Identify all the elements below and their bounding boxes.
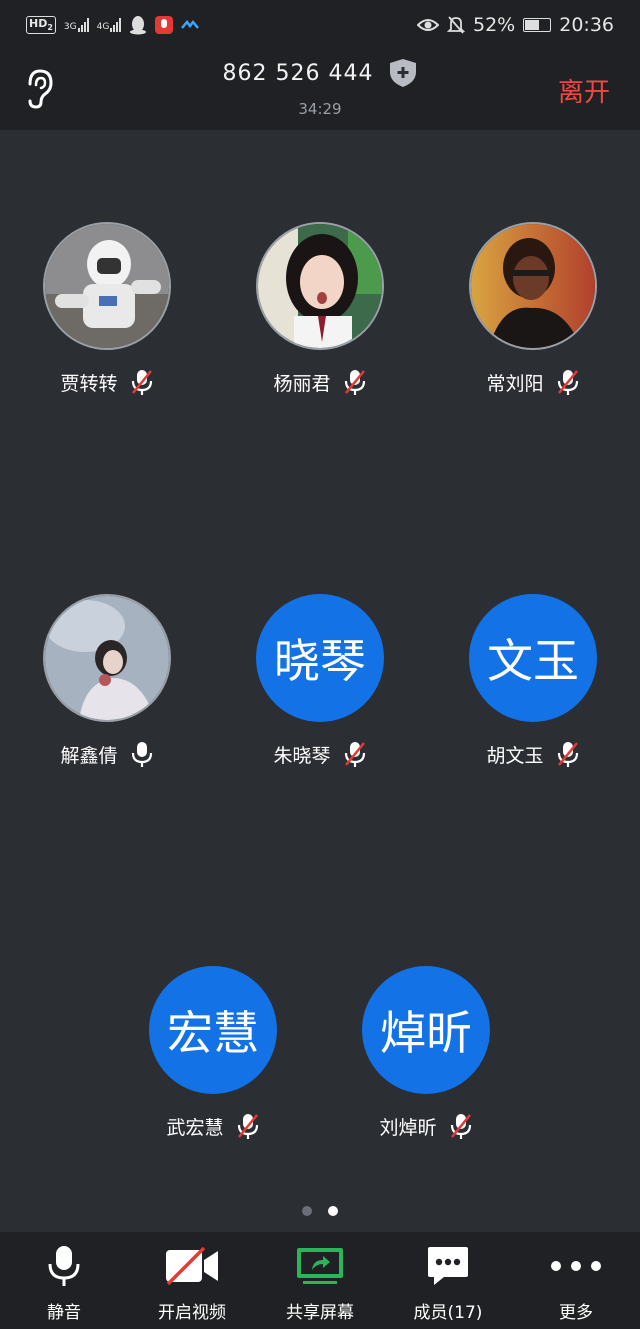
chat-bubble-icon — [428, 1247, 468, 1285]
avatar-text: 文玉 — [469, 594, 597, 722]
leave-button[interactable]: 离开 — [558, 72, 610, 109]
shield-icon[interactable] — [389, 58, 417, 88]
participant-tile[interactable]: 贾转转 — [37, 222, 177, 396]
video-label: 开启视频 — [158, 1303, 226, 1323]
bottom-toolbar: 静音 开启视频 共享屏幕 成员(17) 更多 — [0, 1232, 640, 1329]
qq-icon — [130, 16, 147, 35]
battery-icon — [523, 18, 552, 32]
app-bird-icon — [181, 19, 200, 29]
recording-mic-icon — [155, 16, 174, 34]
meeting-header: 862 526 444 34:29 离开 — [0, 50, 640, 130]
share-screen-button[interactable]: 共享屏幕 — [256, 1232, 384, 1329]
meeting-timer: 34:29 — [298, 100, 342, 118]
mute-label: 静音 — [47, 1303, 81, 1323]
participant-tile[interactable]: 常刘阳 — [463, 222, 603, 396]
participant-name: 贾转转 — [60, 372, 118, 395]
avatar-text: 宏慧 — [149, 966, 277, 1094]
participant-name: 武宏慧 — [166, 1116, 224, 1139]
participant-name: 杨丽君 — [273, 372, 331, 395]
meeting-id[interactable]: 862 526 444 — [223, 61, 374, 86]
mic-muted-icon — [344, 742, 365, 767]
video-off-icon — [166, 1246, 218, 1286]
participant-tile[interactable]: 晓琴 朱晓琴 — [250, 594, 390, 768]
page-dot-1[interactable] — [302, 1206, 312, 1216]
mic-muted-icon — [131, 370, 152, 395]
avatar-girl — [256, 222, 384, 350]
start-video-button[interactable]: 开启视频 — [128, 1232, 256, 1329]
page-dot-2[interactable] — [328, 1206, 338, 1216]
participant-name: 常刘阳 — [486, 372, 544, 395]
bell-off-icon — [447, 16, 465, 34]
mic-on-icon — [131, 742, 152, 767]
participant-tile[interactable]: 文玉 胡文玉 — [463, 594, 603, 768]
participant-name: 朱晓琴 — [273, 744, 331, 767]
share-screen-icon — [297, 1248, 343, 1284]
mic-muted-icon — [237, 1114, 258, 1139]
status-bar: HD2 3G 4G 52% 20:36 — [0, 0, 640, 50]
signal-4g-icon: 4G — [97, 18, 122, 32]
avatar-woman — [43, 594, 171, 722]
more-button[interactable]: 更多 — [512, 1232, 640, 1329]
mic-muted-icon — [557, 370, 578, 395]
mic-muted-icon — [344, 370, 365, 395]
mute-button[interactable]: 静音 — [0, 1232, 128, 1329]
page-indicator[interactable] — [0, 1206, 640, 1216]
signal-3g-icon: 3G — [64, 18, 89, 32]
participant-tile[interactable]: 杨丽君 — [250, 222, 390, 396]
avatar-text: 焯昕 — [362, 966, 490, 1094]
battery-percent: 52% — [473, 14, 516, 36]
participant-tile[interactable]: 焯昕 刘焯昕 — [356, 966, 496, 1140]
share-label: 共享屏幕 — [286, 1303, 354, 1323]
members-label: 成员(17) — [413, 1303, 483, 1323]
avatar-astronaut — [43, 222, 171, 350]
hd-voice-icon: HD2 — [26, 16, 56, 34]
microphone-icon — [48, 1246, 80, 1286]
avatar-man — [469, 222, 597, 350]
mic-muted-icon — [450, 1114, 471, 1139]
participant-name: 解鑫倩 — [60, 744, 118, 767]
participant-tile[interactable]: 解鑫倩 — [37, 594, 177, 768]
participant-name: 胡文玉 — [486, 744, 544, 767]
more-dots-icon — [551, 1261, 601, 1271]
participant-tile[interactable]: 宏慧 武宏慧 — [143, 966, 283, 1140]
members-button[interactable]: 成员(17) — [384, 1232, 512, 1329]
participant-name: 刘焯昕 — [379, 1116, 437, 1139]
clock: 20:36 — [559, 14, 614, 36]
more-label: 更多 — [559, 1303, 593, 1323]
avatar-text: 晓琴 — [256, 594, 384, 722]
mic-muted-icon — [557, 742, 578, 767]
eye-icon — [417, 19, 439, 31]
